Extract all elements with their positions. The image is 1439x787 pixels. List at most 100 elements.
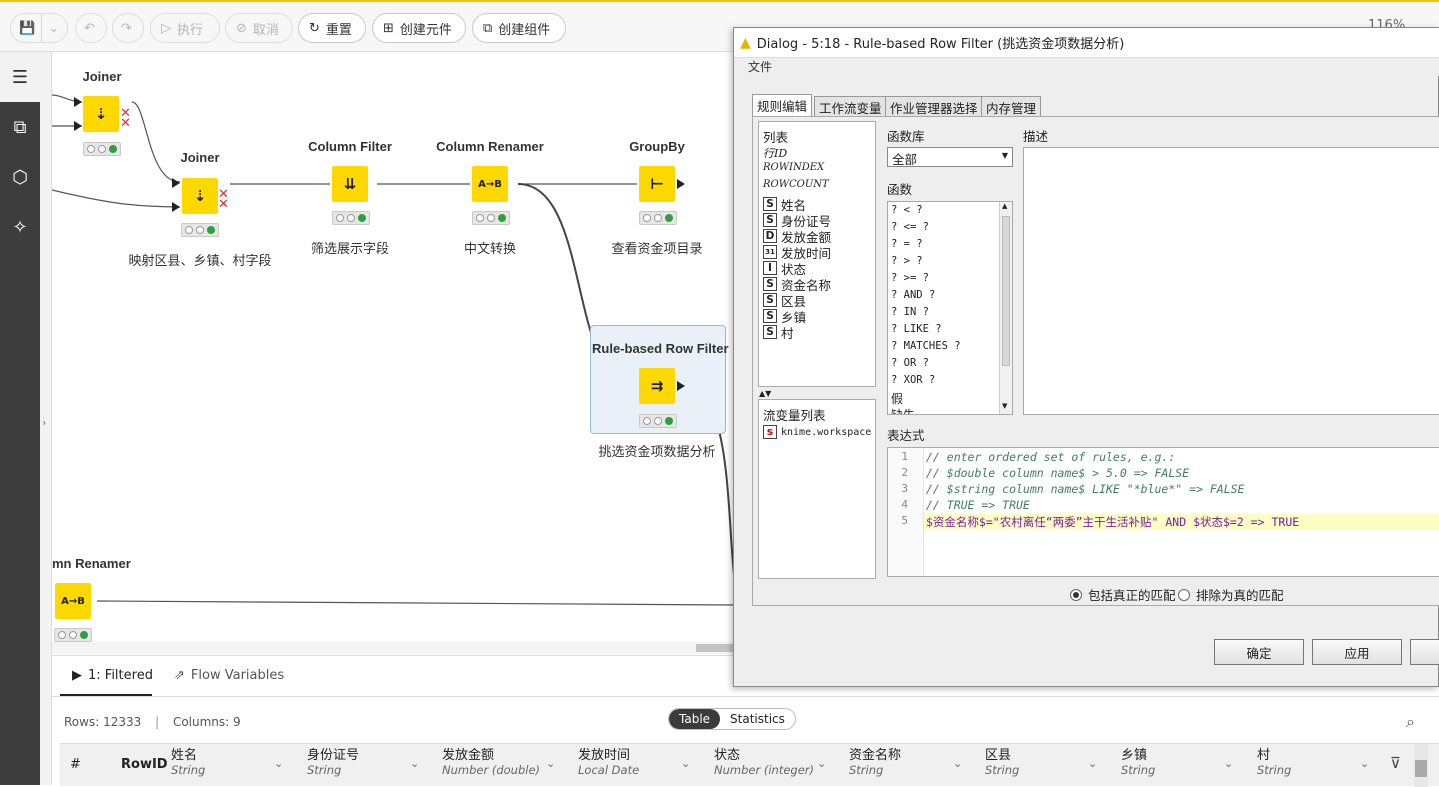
scrollbar-thumb[interactable] [1002,216,1010,366]
undo-button[interactable]: ↶ [75,13,107,43]
chevron-down-icon[interactable]: ⌄ [681,757,690,770]
col-header-town[interactable]: 乡镇String [1121,748,1155,778]
function-item[interactable]: 假 [891,390,903,407]
groupby-node[interactable]: ⊢ [639,166,675,202]
statistics-view-button[interactable]: Statistics [720,709,795,729]
function-item[interactable]: ? IN ? [891,306,929,318]
flow-var-item[interactable]: s knime.workspace [763,424,871,440]
scroll-up-icon[interactable]: ▲ [1002,202,1007,210]
function-item[interactable]: ? AND ? [891,289,935,301]
function-item[interactable]: ? > ? [891,255,923,267]
create-metanode-button[interactable]: ⊞ 创建元件 [372,13,466,43]
function-item[interactable]: ? LIKE ? [891,323,942,335]
joiner-node-2[interactable]: ⇣ [182,178,218,214]
special-column-rowcount[interactable]: ROWCOUNT [763,179,829,190]
col-header-fund[interactable]: 资金名称String [849,748,901,778]
canvas-scrollbar[interactable] [52,642,736,654]
splitter-arrows-icon[interactable]: ▲▼ [759,389,771,398]
cancel-button[interactable]: ⊘ 取消 [225,13,293,43]
function-item[interactable]: ? XOR ? [891,374,935,386]
tab-memory[interactable]: 内存管理 [981,96,1041,116]
table-scrollbar[interactable] [1414,744,1428,787]
filter-icon[interactable]: ⊽ [1390,754,1401,772]
function-item[interactable]: ? MATCHES ? [891,340,961,352]
col-header-county[interactable]: 区县String [985,748,1019,778]
col-header-village[interactable]: 村String [1257,748,1291,778]
function-item[interactable]: ? <= ? [891,221,929,233]
exclude-matches-radio[interactable]: 排除为真的匹配 [1178,585,1284,604]
redo-button[interactable]: ↷ [112,13,144,43]
col-header-status[interactable]: 状态Number (integer) [714,748,814,778]
column-list[interactable]: 列表 行ID ROWINDEX ROWCOUNT S姓名 S身份证号 D发放金额… [758,121,876,387]
col-header-name[interactable]: 姓名String [171,748,205,778]
joiner-node-1[interactable]: ⇣ [83,96,119,132]
chevron-down-icon[interactable]: ⌄ [1088,757,1097,770]
description-icon[interactable]: ☰ [0,52,40,102]
tab-rule-editor[interactable]: 规则编辑 [752,94,812,116]
function-item[interactable]: ? OR ? [891,357,929,369]
code-line[interactable]: // $string column name$ LIKE "*blue*" =>… [926,482,1245,496]
node-label-column-renamer[interactable]: 中文转换 [430,238,550,257]
chevron-down-icon[interactable]: ⌄ [546,757,555,770]
chevron-right-icon[interactable]: › [42,416,46,429]
ok-button[interactable]: 确定 [1214,639,1304,665]
column-item[interactable]: S村 [763,324,794,340]
rail-collapse-strip[interactable]: › [40,52,52,785]
chevron-down-icon[interactable]: ⌄ [274,757,283,770]
special-column-rowindex[interactable]: ROWINDEX [763,162,824,173]
column-renamer-node[interactable]: A→B [472,166,508,202]
special-column-rowid[interactable]: 行ID [763,145,787,161]
dialog-titlebar[interactable]: ▲ Dialog - 5:18 - Rule-based Row Filter … [734,28,1439,58]
output-port[interactable] [677,179,685,189]
node-label-groupby[interactable]: 查看资金项目录 [597,238,717,257]
node-label-column-filter[interactable]: 筛选展示字段 [290,238,410,257]
function-item[interactable]: 缺失 [891,406,915,415]
menu-file[interactable]: 文件 [748,60,772,74]
function-item[interactable]: ? >= ? [891,272,929,284]
chevron-down-icon[interactable]: ⌄ [1224,757,1233,770]
table-view-button[interactable]: Table [669,709,720,729]
column-renamer-node-2[interactable]: A→B [55,583,91,619]
tab-flow-variables[interactable]: ⇗ Flow Variables [174,668,284,683]
input-port[interactable] [74,121,82,131]
col-header-amount[interactable]: 发放金额Number (double) [442,748,540,778]
col-header-rowid[interactable]: RowID [121,757,168,772]
chevron-down-icon[interactable]: ⌄ [953,757,962,770]
tab-filtered[interactable]: ▶ 1: Filtered [72,668,153,683]
code-line-rule[interactable]: $资金名称$="农村离任“两委”主干生活补贴" AND $状态$=2 => TR… [926,514,1299,530]
output-port[interactable] [677,381,685,391]
tab-flow-variables[interactable]: 工作流变量 [814,96,887,116]
col-header-date[interactable]: 发放时间Local Date [578,748,639,778]
reset-button[interactable]: ↻ 重置 [298,13,366,43]
create-component-button[interactable]: ⧉ 创建组件 [472,13,566,43]
flow-variable-list[interactable]: 流变量列表 s knime.workspace [758,399,876,579]
space-explorer-icon[interactable]: ⧉ [0,102,40,152]
function-list-scrollbar[interactable]: ▲ ▼ [999,202,1012,414]
execute-button[interactable]: ▷ 执行 [150,13,220,43]
scrollbar-thumb[interactable] [1415,760,1427,777]
expression-editor[interactable]: 1 2 3 4 5 // enter ordered set of rules,… [887,447,1439,577]
node-repository-icon[interactable]: ⬡ [0,152,40,202]
input-port[interactable] [172,202,180,212]
node-label-joiner-2[interactable]: 映射区县、乡镇、村字段 [110,250,290,269]
code-line[interactable]: // enter ordered set of rules, e.g.: [926,450,1175,464]
scroll-down-icon[interactable]: ▼ [1002,402,1007,410]
chevron-down-icon[interactable]: ⌄ [1360,757,1369,770]
workflow-canvas[interactable]: Joiner ⇣ ✕✕ Joiner ⇣ ✕✕ 映射区县、乡镇、村字段 Colu… [52,52,736,655]
rule-row-filter-node[interactable]: ⇉ [639,368,675,404]
function-list[interactable]: ? < ? ? <= ? ? = ? ? > ? ? >= ? ? AND ? … [887,201,1013,415]
input-port[interactable] [74,97,82,107]
chevron-down-icon[interactable]: ⌄ [817,757,826,770]
cancel-dialog-button[interactable] [1410,639,1439,665]
code-line[interactable]: // TRUE => TRUE [926,498,1030,512]
function-item[interactable]: ? = ? [891,238,923,250]
search-icon[interactable]: ⌕ [1406,712,1415,732]
chevron-down-icon[interactable]: ⌄ [410,757,419,770]
func-lib-select[interactable]: 全部 ▼ [887,147,1013,167]
save-button[interactable]: 💾 ⌄ [10,13,68,43]
scrollbar-thumb[interactable] [696,644,736,652]
tab-job-manager[interactable]: 作业管理器选择 [885,96,983,116]
node-label-rule-row-filter[interactable]: 挑选资金项数据分析 [582,441,732,460]
code-line[interactable]: // $double column name$ > 5.0 => FALSE [926,466,1189,480]
ai-assistant-icon[interactable]: ✧ [0,202,40,252]
